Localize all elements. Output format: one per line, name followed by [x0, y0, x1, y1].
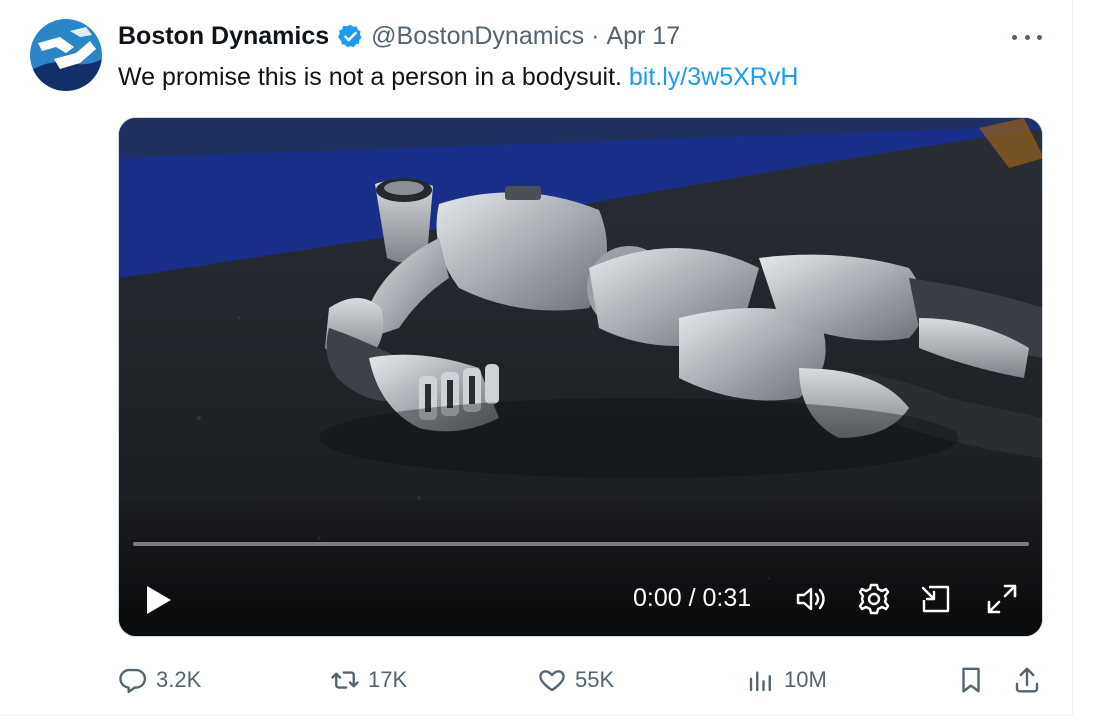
tweet: Boston Dynamics @BostonDynamics · Apr 17…: [0, 0, 1112, 724]
video-player[interactable]: 0:00 / 0:31: [118, 117, 1043, 637]
share-button[interactable]: [1012, 660, 1050, 700]
views-icon: [749, 671, 771, 692]
pip-icon[interactable]: [917, 580, 955, 618]
divider: [0, 715, 1073, 716]
more-icon[interactable]: [1012, 30, 1042, 44]
tweet-link[interactable]: bit.ly/3w5XRvH: [629, 63, 799, 91]
verified-badge-icon[interactable]: [337, 23, 364, 50]
like-icon: [539, 670, 565, 692]
bookmark-button[interactable]: [956, 660, 994, 700]
controls-overlay: [119, 496, 1042, 636]
fullscreen-icon[interactable]: [983, 580, 1021, 618]
repost-icon: [331, 671, 359, 689]
share-icon: [1015, 667, 1039, 693]
views-button[interactable]: 10M: [746, 660, 827, 700]
reply-count: 3.2K: [156, 667, 202, 692]
separator-dot: ·: [591, 21, 600, 50]
divider: [1072, 0, 1073, 716]
repost-button[interactable]: 17K: [330, 660, 407, 700]
video-progress-bar[interactable]: [133, 542, 1029, 546]
reply-icon: [119, 668, 147, 694]
author-handle[interactable]: @BostonDynamics: [371, 22, 584, 51]
tweet-header: Boston Dynamics @BostonDynamics · Apr 17: [118, 19, 680, 53]
tweet-date[interactable]: Apr 17: [606, 22, 680, 51]
play-icon[interactable]: [141, 580, 177, 620]
avatar-logo: [30, 19, 102, 91]
volume-icon[interactable]: [791, 580, 829, 618]
like-count: 55K: [575, 667, 615, 692]
video-time: 0:00 / 0:31: [633, 584, 752, 612]
bookmark-icon: [962, 667, 980, 693]
tweet-body: We promise this is not a person in a bod…: [118, 63, 629, 91]
avatar[interactable]: [30, 19, 102, 91]
tweet-text: We promise this is not a person in a bod…: [118, 60, 798, 94]
repost-count: 17K: [368, 667, 408, 692]
reply-button[interactable]: 3.2K: [118, 660, 201, 700]
author-name[interactable]: Boston Dynamics: [118, 22, 329, 51]
action-bar: 3.2K 17K 55K 10M: [0, 660, 1072, 700]
like-button[interactable]: 55K: [537, 660, 614, 700]
gear-icon[interactable]: [855, 580, 893, 618]
view-count: 10M: [784, 667, 827, 692]
